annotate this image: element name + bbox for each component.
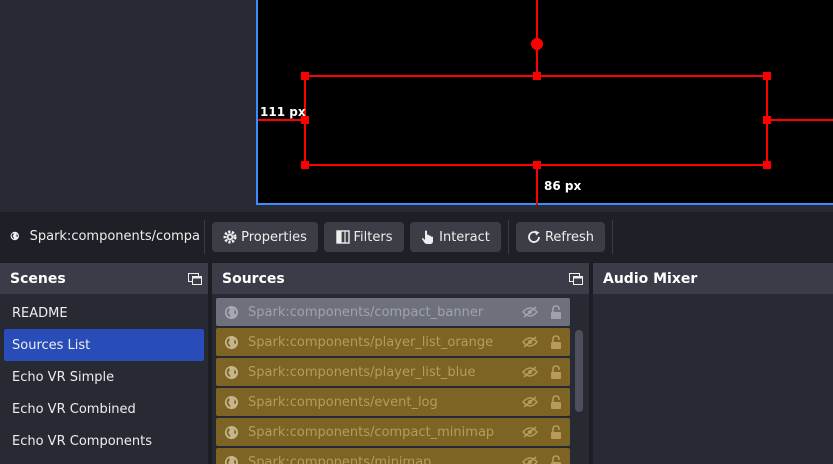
scene-item[interactable]: Echo VR Combined — [4, 393, 204, 425]
source-item[interactable]: Spark:components/compact_minimap — [216, 418, 570, 446]
rotation-handle — [531, 38, 543, 50]
scene-item[interactable]: Echo VR Simple — [4, 361, 204, 393]
refresh-icon — [528, 230, 540, 243]
filters-button-label: Filters — [353, 229, 393, 245]
properties-button-label: Properties — [241, 229, 307, 245]
undock-icon[interactable] — [188, 272, 202, 285]
hand-pointer-icon — [422, 230, 434, 244]
scene-item[interactable]: Echo VR Components — [4, 425, 204, 457]
resize-handle-bottom-left — [301, 161, 309, 169]
toolbar-separator — [204, 220, 205, 254]
eye-hidden-icon[interactable] — [522, 456, 538, 464]
gear-icon — [223, 230, 237, 244]
bottom-distance-label: 86 px — [544, 179, 582, 193]
resize-handle-bottom — [533, 161, 541, 169]
audio-mixer-dock: Audio Mixer — [593, 263, 833, 464]
source-item-label: Spark:components/player_list_orange — [248, 334, 494, 350]
globe-icon — [224, 395, 239, 409]
transform-overlay[interactable] — [0, 0, 833, 212]
scenes-dock-title: Scenes — [10, 270, 66, 287]
source-item-label: Spark:components/player_list_blue — [248, 364, 476, 380]
resize-handle-top — [533, 72, 541, 80]
interact-button[interactable]: Interact — [410, 222, 501, 252]
properties-button[interactable]: Properties — [212, 222, 318, 252]
resize-handle-right — [763, 116, 771, 124]
globe-icon — [224, 365, 239, 379]
eye-hidden-icon[interactable] — [522, 426, 538, 438]
scenes-dock-header: Scenes — [0, 263, 208, 294]
eye-hidden-icon[interactable] — [522, 336, 538, 348]
scene-item-label: Echo VR Combined — [12, 401, 136, 417]
eye-hidden-icon[interactable] — [522, 306, 538, 318]
globe-icon — [10, 231, 19, 241]
sources-dock-title: Sources — [222, 270, 285, 287]
scene-list[interactable]: README Sources List Echo VR Simple Echo … — [0, 294, 208, 460]
left-distance-label: 111 px — [260, 105, 306, 119]
globe-icon — [224, 305, 239, 319]
unlocked-icon[interactable] — [550, 394, 562, 410]
globe-icon — [224, 425, 239, 439]
filters-button[interactable]: Filters — [324, 222, 404, 252]
source-item-label: Spark:components/compact_minimap — [248, 424, 495, 440]
globe-icon — [224, 455, 239, 464]
sources-dock-header: Sources — [212, 263, 589, 294]
filter-icon — [335, 230, 350, 244]
eye-hidden-icon[interactable] — [522, 366, 538, 378]
refresh-button[interactable]: Refresh — [516, 222, 605, 252]
scene-item-selected[interactable]: Sources List — [4, 329, 204, 361]
preview-area[interactable]: 111 px 86 px — [0, 0, 833, 212]
eye-hidden-icon[interactable] — [522, 396, 538, 408]
toolbar-separator — [508, 220, 509, 254]
interact-button-label: Interact — [439, 229, 490, 245]
globe-icon — [224, 335, 239, 349]
source-list-scrollbar[interactable] — [575, 330, 583, 412]
current-source: Spark:components/compa — [10, 228, 200, 244]
source-item-selected[interactable]: Spark:components/compact_banner — [216, 298, 570, 326]
unlocked-icon[interactable] — [550, 364, 562, 380]
audio-mixer-dock-header: Audio Mixer — [593, 263, 833, 294]
scene-item-label: Echo VR Components — [12, 433, 152, 449]
source-item-label: Spark:components/event_log — [248, 394, 438, 410]
resize-handle-top-right — [763, 72, 771, 80]
selection-box — [304, 75, 768, 166]
source-item[interactable]: Spark:components/player_list_orange — [216, 328, 570, 356]
audio-mixer-dock-title: Audio Mixer — [603, 270, 698, 287]
resize-handle-bottom-right — [763, 161, 771, 169]
unlocked-icon[interactable] — [550, 334, 562, 350]
unlocked-icon[interactable] — [550, 454, 562, 464]
scenes-dock: Scenes README Sources List Echo VR Simpl… — [0, 263, 208, 464]
context-toolbar: Spark:components/compa Properties Filter… — [0, 212, 833, 262]
scene-item-label: Echo VR Simple — [12, 369, 115, 385]
source-item-label: Spark:components/compact_banner — [248, 304, 484, 320]
current-source-name: Spark:components/compa — [29, 228, 200, 244]
toolbar-separator — [612, 220, 613, 254]
refresh-button-label: Refresh — [544, 229, 595, 245]
source-item-label: Spark:components/minimap — [248, 454, 432, 464]
resize-handle-top-left — [301, 72, 309, 80]
scene-item-label: Sources List — [12, 337, 91, 353]
scene-item-label: README — [12, 305, 68, 321]
source-item[interactable]: Spark:components/minimap — [216, 448, 570, 464]
undock-icon[interactable] — [569, 272, 583, 285]
source-item[interactable]: Spark:components/player_list_blue — [216, 358, 570, 386]
sources-dock: Sources Spark:components/compact_banner … — [212, 263, 589, 464]
unlocked-icon[interactable] — [550, 304, 562, 320]
source-item[interactable]: Spark:components/event_log — [216, 388, 570, 416]
source-list[interactable]: Spark:components/compact_banner Spark:co… — [212, 294, 589, 464]
scene-item[interactable]: README — [4, 297, 204, 329]
unlocked-icon[interactable] — [550, 424, 562, 440]
